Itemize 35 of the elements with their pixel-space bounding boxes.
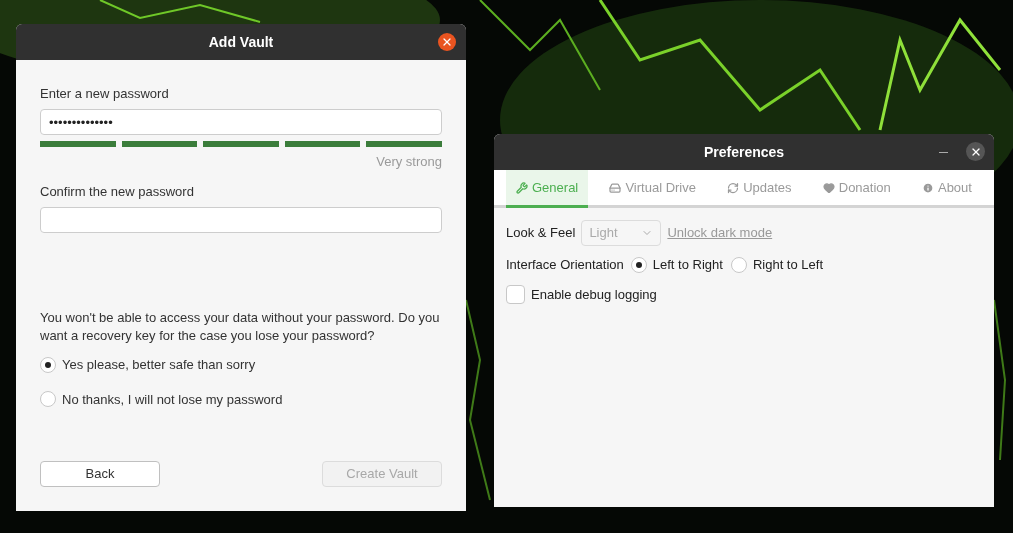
window-title: Preferences [703, 142, 785, 162]
refresh-icon [727, 181, 740, 194]
field-label: Enter a new password [40, 86, 170, 102]
radio-button[interactable] [730, 257, 747, 273]
radio-label: No thanks, I will not lose my password [62, 390, 283, 409]
drive-icon [609, 181, 622, 194]
tab[interactable]: Updates [717, 170, 802, 208]
tab[interactable]: Virtual Drive [599, 170, 706, 208]
tab[interactable]: About [911, 170, 982, 208]
strength-text: Very strong [376, 154, 442, 170]
tab[interactable]: General [506, 170, 589, 208]
close-icon [441, 36, 453, 48]
close-button[interactable] [438, 33, 456, 51]
password-field[interactable]: •••••••••••••• [40, 109, 442, 135]
radio-button[interactable] [40, 391, 56, 408]
radio-label: Yes please, better safe than sorry [62, 356, 256, 374]
setting-label: Interface Orientation [506, 256, 624, 275]
checkbox-label: Enable debug logging [531, 286, 657, 304]
close-button[interactable] [966, 142, 985, 161]
wrench-icon [516, 181, 528, 194]
heart-icon [822, 181, 835, 194]
dialog-button[interactable]: Back [40, 461, 160, 487]
checkbox[interactable] [506, 285, 525, 305]
radio-label: Right to Left [752, 256, 823, 275]
minimize-icon[interactable] [939, 152, 948, 153]
recovery-question: You won't be able to access your data without your password. Do you want a recovery key for the case you lose your password? [40, 309, 441, 345]
radio-button[interactable] [630, 257, 647, 273]
radio-label: Left to Right [652, 256, 723, 275]
radio-button[interactable] [40, 356, 56, 373]
confirm-password-field[interactable] [40, 207, 442, 233]
tab[interactable]: Donation [812, 170, 901, 208]
info-icon [921, 181, 934, 194]
setting-label: Look & Feel [506, 224, 576, 243]
window-title: Add Vault [208, 32, 274, 52]
field-label: Confirm the new password [40, 184, 195, 200]
